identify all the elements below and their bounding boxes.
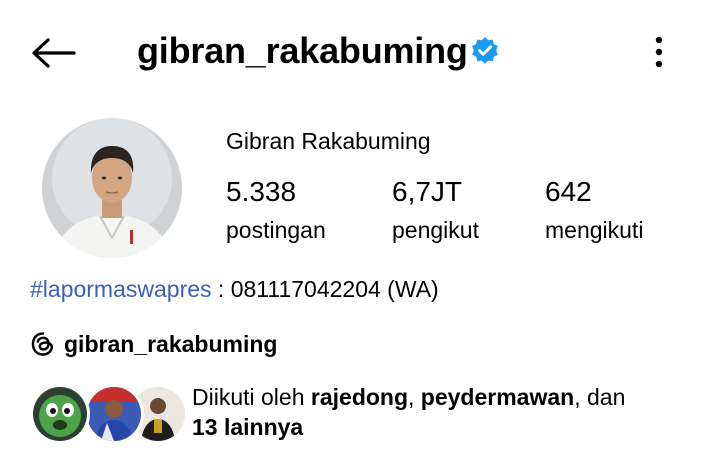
stat-followers[interactable]: 6,7JT pengikut [392,175,479,247]
follower-avatar-2[interactable] [84,384,144,444]
followed-by-user-1: rajedong [310,384,409,410]
profile-username: gibran_rakabuming [137,30,468,71]
stat-following-label: mengikuti [545,217,644,243]
followed-by-text[interactable]: Diikuti oleh rajedong, peydermawan, dan … [192,382,702,442]
threads-handle: gibran_rakabuming [64,330,278,357]
stat-posts-label: postingan [226,217,326,243]
profile-bio: #lapormaswapres : 081117042204 (WA) [30,272,439,306]
bio-hashtag-link[interactable]: #lapormaswapres [30,276,212,302]
stat-following-value: 642 [545,176,592,207]
stat-following[interactable]: 642 mengikuti [545,175,643,247]
verified-badge-icon [470,36,500,66]
more-vertical-icon [655,36,663,68]
stat-posts[interactable]: 5.338 postingan [226,175,326,247]
back-button[interactable] [28,30,78,76]
profile-avatar[interactable] [42,118,182,258]
followed-by-prefix: Diikuti oleh [192,384,311,410]
follower-avatar-1[interactable] [30,384,90,444]
followed-by-user-2: peydermawan [420,384,575,410]
threads-icon [31,332,53,356]
stat-followers-label: pengikut [392,217,479,243]
arrow-left-icon [32,38,76,68]
more-options-button[interactable] [648,32,670,72]
stat-posts-value: 5.338 [226,176,297,207]
followed-by-separator: , [408,384,421,410]
bio-text: : 081117042204 (WA) [211,276,439,302]
followed-by-others: 13 lainnya [192,414,304,440]
stat-followers-value: 6,7JT [392,176,463,207]
threads-link[interactable]: gibran_rakabuming [30,327,277,361]
profile-display-name: Gibran Rakabuming [226,128,431,154]
followed-by-conjunction: , dan [574,384,626,410]
